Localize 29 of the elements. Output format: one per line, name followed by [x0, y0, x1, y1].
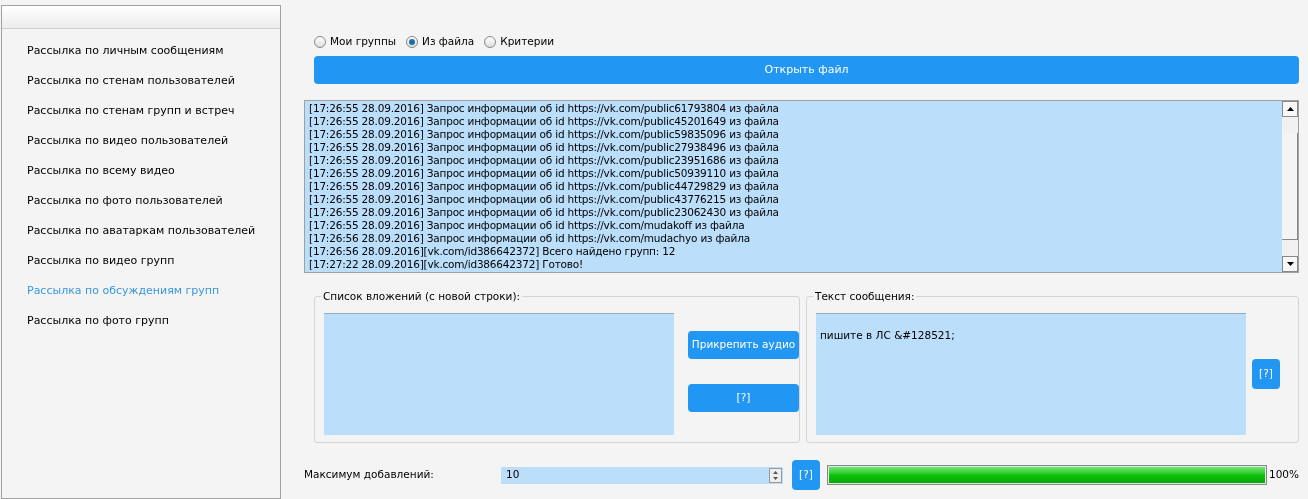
scroll-thumb[interactable] — [1282, 133, 1299, 240]
radio-label: Из файла — [422, 34, 475, 50]
sidebar-item[interactable]: Рассылка по стенам пользователей — [2, 66, 280, 96]
log-text: [17:26:55 28.09.2016] Запрос информации об id https://vk.com/public61793804 из файла [17:26:55 28.09.2016] Запрос информации об id https://vk.com/public45201649 из файла [17:26:55 28.09.2016] Запрос информации об id https://vk.com/public59835096 из файла [17:26:55 28.09.2016] Запрос информации об id https://vk.com/public27938496 из файла [17:26:55 28.09.2016] Запрос информации об id https://vk.com/public23951686 из файла [17:26:55 28.09.2016] Запрос информации об id https://vk.com/public50939110 из файла [17:26:55 28.09.2016] Запрос информации об id https://vk.com/public44729829 из файла [17:26:55 28.09.2016] Запрос информации об id https://vk.com/public43776215 из файла [17:26:55 28.09.2016] Запрос информации об id https://vk.com/public23062430 из файла [17:26:55 28.09.2016] Запрос информации об id https://vk.com/mudakoff из файла [17:26:56 28.09.2016] Запрос информации об id https://vk.com/mudachyo из файла [17:26:56 28.09.2016][vk.com/id386642372] Всего найдено групп: 12 [17:27:22 28.09.2016][vk.com/id386642372] Готово! — [308, 101, 780, 272]
sidebar-item[interactable]: Рассылка по видео пользователей — [2, 126, 280, 156]
spin-arrows-icon[interactable] — [769, 467, 782, 483]
scrollbar[interactable] — [1282, 101, 1299, 272]
max-additions-spinbox[interactable]: 10 — [501, 466, 783, 484]
radio-button[interactable] — [314, 36, 326, 48]
sidebar-item[interactable]: Рассылка по личным сообщениям — [2, 36, 280, 66]
sidebar-item[interactable]: Рассылка по фото групп — [2, 306, 280, 336]
group-title: Список вложений (с новой строки): — [321, 289, 523, 305]
sidebar-item[interactable]: Рассылка по фото пользователей — [2, 186, 280, 216]
attachments-field[interactable] — [324, 313, 674, 435]
sidebar-item[interactable]: Рассылка по стенам групп и встреч — [2, 96, 280, 126]
radio-label: Мои группы — [330, 34, 397, 50]
scroll-down-icon[interactable] — [1282, 256, 1299, 272]
message-field[interactable]: пишите в ЛС &#128521; — [816, 313, 1246, 435]
sidebar-item[interactable]: Рассылка по видео групп — [2, 246, 280, 276]
group-title: Текст сообщения: — [813, 289, 917, 305]
sidebar-item[interactable]: Рассылка по аватаркам пользователей — [2, 216, 280, 246]
scroll-up-icon[interactable] — [1282, 101, 1299, 117]
spinbox-value: 10 — [505, 467, 521, 483]
radio-button[interactable] — [484, 36, 497, 48]
radio-button[interactable] — [406, 36, 419, 48]
max-additions-label: Максимум добавлений: — [304, 467, 435, 483]
sidebar-item[interactable]: Рассылка по всему видео — [2, 156, 280, 186]
progress-reading: 100% — [1269, 467, 1300, 483]
radio-label: Критерии — [500, 34, 555, 50]
